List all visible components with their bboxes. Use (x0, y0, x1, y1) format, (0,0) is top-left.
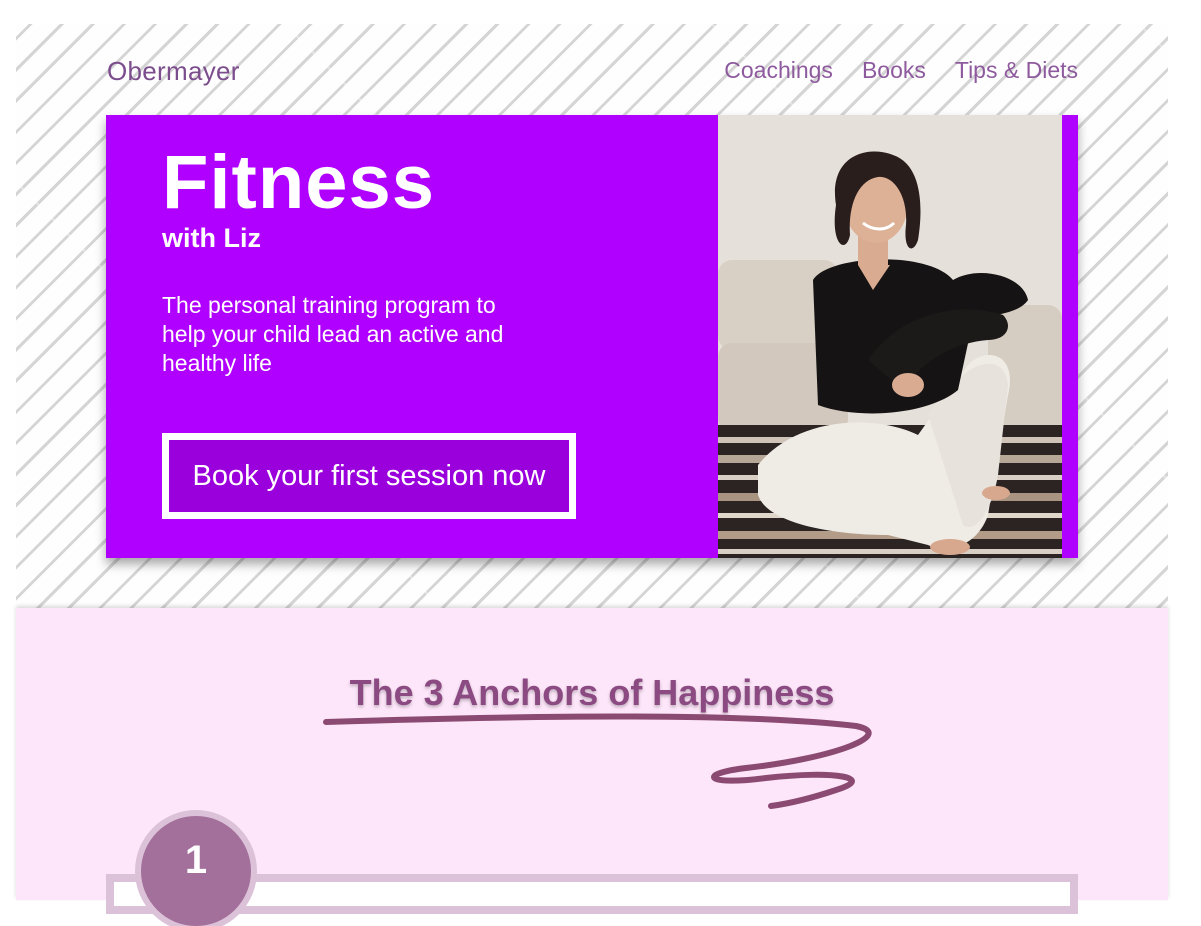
trainer-photo-illustration (718, 115, 1062, 558)
hero-card: Fitness with Liz The personal training p… (106, 115, 1078, 558)
anchors-section: The 3 Anchors of Happiness 1 (16, 608, 1168, 926)
nav-item-coachings[interactable]: Coachings (724, 57, 833, 84)
nav-item-books[interactable]: Books (862, 57, 926, 84)
trainer-photo (718, 115, 1062, 558)
hero-subtitle: with Liz (162, 223, 261, 253)
hero-section: Obermayer Coachings Books Tips & Diets F… (16, 24, 1168, 608)
main-nav: Coachings Books Tips & Diets (724, 57, 1078, 84)
hero-description: The personal training program to help yo… (162, 292, 504, 376)
nav-item-tips-diets[interactable]: Tips & Diets (955, 57, 1078, 84)
book-session-button[interactable]: Book your first session now (162, 433, 576, 519)
anchor-card-1 (106, 874, 1078, 914)
squiggle-underline-icon (323, 713, 872, 809)
brand-logo[interactable]: Obermayer (107, 56, 240, 87)
step-number-badge: 1 (141, 816, 251, 926)
hero-title: Fitness (162, 140, 436, 225)
